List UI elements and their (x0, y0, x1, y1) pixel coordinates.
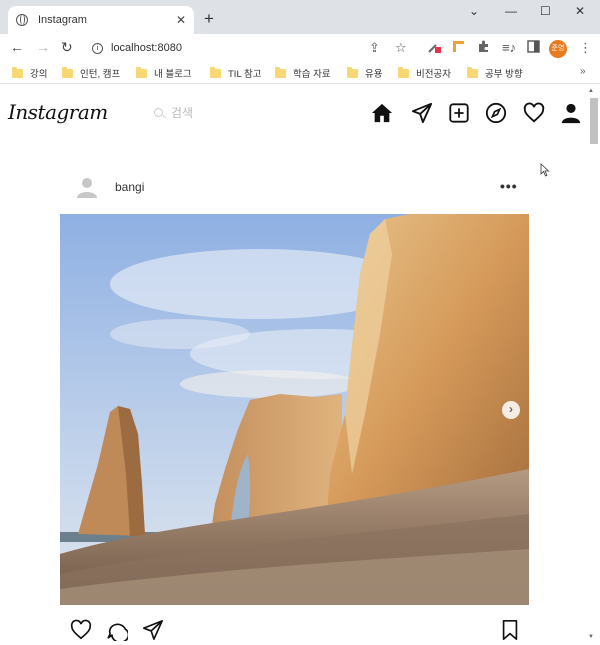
bookmark-label: 공부 방향 (485, 69, 523, 80)
profile-icon[interactable] (560, 102, 582, 124)
bookmark-folder[interactable]: TIL 참고 (210, 66, 262, 80)
back-arrow-icon[interactable]: ← (10, 39, 24, 55)
reload-icon[interactable]: ↻ (61, 39, 73, 56)
share-page-icon[interactable]: ⇪ (369, 40, 380, 56)
bookmark-label: TIL 참고 (228, 69, 262, 80)
extension-ruler-icon[interactable] (452, 40, 465, 56)
home-icon[interactable] (371, 102, 393, 124)
folder-icon (467, 66, 478, 78)
more-options-button[interactable]: ••• (500, 178, 518, 194)
bookmarks-overflow-button[interactable]: » (580, 66, 586, 77)
post-header: bangi ••• (76, 176, 531, 198)
bookmark-label: 내 블로그 (154, 69, 192, 80)
bookmark-star-icon[interactable]: ☆ (395, 40, 407, 56)
bookmark-label: 강의 (30, 69, 48, 80)
tab-title: Instagram (38, 14, 87, 26)
minimize-button[interactable]: — (505, 4, 517, 18)
new-post-icon[interactable] (448, 102, 470, 124)
scrollbar-thumb[interactable] (590, 98, 598, 144)
browser-titlebar: Instagram ✕ + ⌄ — ☐ ✕ (0, 0, 600, 34)
address-bar[interactable]: i localhost:8080 (82, 37, 412, 59)
explore-icon[interactable] (485, 102, 507, 124)
folder-icon (347, 66, 358, 78)
globe-icon (16, 14, 28, 26)
side-panel-icon[interactable] (527, 40, 540, 56)
activity-heart-icon[interactable] (523, 102, 545, 124)
tab-search-button[interactable]: ⌄ (469, 4, 479, 18)
folder-icon (136, 66, 147, 78)
bookmark-folder[interactable]: 공부 방향 (467, 66, 523, 80)
bookmark-folder[interactable]: 유용 (347, 66, 382, 80)
menu-kebab-icon[interactable]: ⋮ (579, 40, 592, 56)
bookmark-folder[interactable]: 강의 (12, 66, 47, 80)
scroll-down-arrow[interactable]: ▼ (588, 634, 594, 640)
profile-avatar[interactable]: 준영 (549, 40, 567, 58)
folder-icon (275, 66, 286, 78)
maximize-button[interactable]: ☐ (540, 4, 551, 18)
folder-icon (62, 66, 73, 78)
next-photo-button[interactable]: › (502, 401, 520, 419)
bookmark-folder[interactable]: 인턴, 캠프 (62, 66, 120, 80)
bookmark-label: 인턴, 캠프 (80, 69, 121, 80)
extension-eyedropper-icon[interactable] (427, 40, 441, 57)
search-icon (154, 108, 163, 117)
bookmark-label: 비전공자 (416, 69, 451, 80)
new-tab-button[interactable]: + (204, 9, 214, 29)
browser-toolbar: ← → ↻ i localhost:8080 ⇪ ☆ ≡♪ 준영 ⋮ (0, 34, 600, 62)
bookmark-folder[interactable]: 내 블로그 (136, 66, 192, 80)
close-window-button[interactable]: ✕ (575, 4, 585, 18)
user-avatar-icon[interactable] (76, 176, 98, 198)
instagram-logo[interactable]: Instagram (8, 100, 108, 124)
bookmarks-bar: 강의 인턴, 캠프 내 블로그 TIL 참고 학습 자료 유용 비전공자 공부 … (0, 62, 600, 84)
bookmark-folder[interactable]: 학습 자료 (275, 66, 331, 80)
save-bookmark-icon[interactable] (499, 619, 521, 641)
search-placeholder: 검색 (171, 106, 194, 120)
direct-icon[interactable] (411, 102, 433, 124)
site-info-icon[interactable]: i (92, 42, 103, 54)
extensions-puzzle-icon[interactable] (477, 40, 490, 56)
mouse-cursor-icon (540, 163, 550, 177)
comment-icon[interactable] (106, 619, 128, 641)
url-text: localhost:8080 (111, 42, 182, 54)
tab-close-button[interactable]: ✕ (176, 13, 186, 27)
folder-icon (210, 66, 221, 78)
folder-icon (12, 66, 23, 78)
forward-arrow-icon[interactable]: → (36, 39, 50, 55)
share-icon[interactable] (142, 619, 164, 641)
bookmark-label: 유용 (365, 69, 383, 80)
like-heart-icon[interactable] (70, 619, 92, 641)
post-photo[interactable] (60, 214, 529, 605)
browser-tab[interactable]: Instagram ✕ (8, 6, 194, 34)
reading-list-icon[interactable]: ≡♪ (502, 40, 516, 55)
post-username[interactable]: bangi (115, 180, 144, 194)
bookmark-label: 학습 자료 (293, 69, 331, 80)
bookmark-folder[interactable]: 비전공자 (398, 66, 451, 80)
scroll-up-arrow[interactable]: ▲ (588, 88, 594, 94)
search-box[interactable]: 검색 (154, 104, 193, 121)
folder-icon (398, 66, 409, 78)
